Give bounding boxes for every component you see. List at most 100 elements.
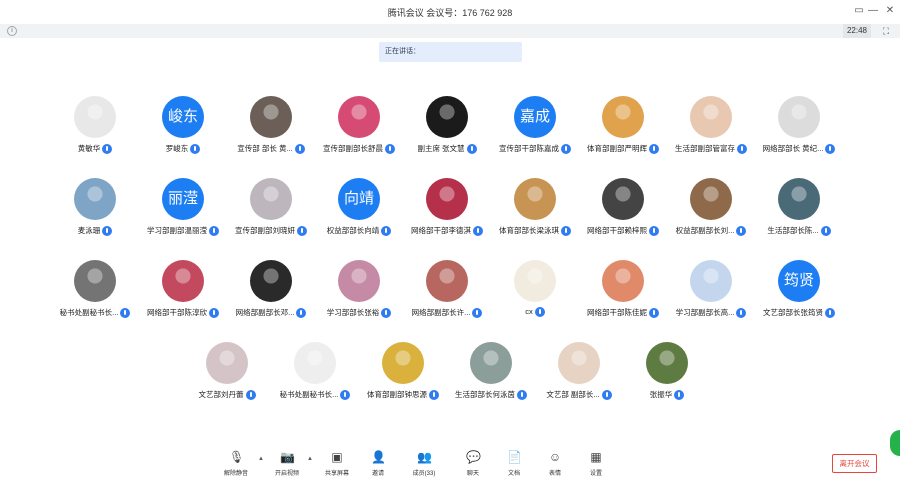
participant-tile[interactable]: 峻东 罗峻东 (133, 96, 233, 160)
participant-tile[interactable]: 秘书处副秘书长... (265, 342, 365, 406)
avatar (514, 260, 556, 302)
participant-name: 体育部副部严明辉 (587, 144, 647, 153)
participant-tile[interactable]: cx (485, 260, 585, 324)
mic-status-icon (381, 226, 392, 237)
avatar (74, 178, 116, 220)
participant-tile[interactable]: 体育部部长梁泳琪 (485, 178, 585, 242)
participant-name: 生活部副部管富存 (675, 144, 735, 153)
avatar (426, 178, 468, 220)
window-mode-icon[interactable]: ▭ (852, 4, 866, 18)
toolbar-camera-off-button[interactable]: 📷 开启视频 (269, 450, 305, 482)
participant-tile[interactable]: 网络部部长 黄纪... (749, 96, 849, 160)
toolbar-label: 解除静音 (223, 471, 248, 477)
participant-name: 学习部副部温丽滢 (147, 226, 207, 235)
avatar: 嘉成 (514, 96, 556, 138)
avatar: 丽滢 (162, 178, 204, 220)
participant-tile[interactable]: 权益部副部长刘... (661, 178, 761, 242)
mic-status-icon (561, 226, 571, 237)
participant-tile[interactable]: 丽滢学习部副部温丽滢 (133, 178, 233, 242)
participant-tile[interactable]: 学习部部长张裕 (309, 260, 409, 324)
participant-tile[interactable]: 黄敏华 (45, 96, 145, 160)
toolbar-mic-muted-button[interactable]: 🎙 解除静音 (218, 450, 254, 482)
close-icon[interactable]: ✕ (883, 4, 897, 18)
toolbar-label: 共享屏幕 (324, 471, 349, 477)
participant-tile[interactable]: 网络部干部陈佳妮 (573, 260, 673, 324)
participant-tile[interactable]: 宣传部 部长 黄... (221, 96, 321, 160)
participant-name: 学习部副部长高... (675, 308, 735, 317)
participant-tile[interactable]: 体育部副部钟思源 (353, 342, 453, 406)
avatar (426, 260, 468, 302)
participant-name: 宣传部干部陈嘉成 (499, 144, 559, 153)
chevron-up-icon[interactable]: ▲ (258, 456, 264, 462)
participant-name: 宣传部 部长 黄... (237, 144, 293, 153)
avatar (778, 178, 820, 220)
participant-tile[interactable]: 学习部副部长高... (661, 260, 761, 324)
participant-tile[interactable]: 麦泳珊 (45, 178, 145, 242)
participant-name: 文艺部 副部长... (546, 390, 600, 399)
participant-tile[interactable]: 网络部副部长邓... (221, 260, 321, 324)
toolbar-document-button[interactable]: 📄 文档 (496, 450, 532, 482)
participant-tile[interactable]: 网络部干部赖梓熙 (573, 178, 673, 242)
participant-tile[interactable]: 宣传部副部刘晓妍 (221, 178, 321, 242)
avatar: 向靖 (338, 178, 380, 220)
participant-tile[interactable]: 生活部副部管富存 (661, 96, 761, 160)
toolbar-invite-button[interactable]: 👤 邀请 (360, 450, 396, 482)
mic-status-icon (473, 226, 483, 237)
participant-tile[interactable]: 文艺部 副部长... (529, 342, 629, 406)
participant-name-line: 网络部副部长邓... (221, 307, 321, 319)
chevron-up-icon[interactable]: ▲ (307, 456, 313, 462)
participant-name-line: 网络部干部赖梓熙 (573, 225, 673, 237)
toolbar-members-button[interactable]: 👥 成员(33) (406, 450, 442, 482)
invite-icon: 👤 (371, 450, 386, 464)
meeting-info-icon[interactable]: i (7, 26, 17, 36)
mic-status-icon (737, 144, 747, 155)
participant-name-line: 网络部干部李德淇 (397, 225, 497, 237)
participant-name-line: 体育部副部钟思源 (353, 389, 453, 401)
participant-tile[interactable]: 生活部部长何泳茵 (441, 342, 541, 406)
participant-tile[interactable]: 筠贤 文艺部部长张筠贤 (749, 260, 849, 324)
participant-tile[interactable]: 宣传部副部长舒晨 (309, 96, 409, 160)
participant-name-line: 文艺部部长张筠贤 (749, 307, 849, 319)
participant-tile[interactable]: 体育部副部严明辉 (573, 96, 673, 160)
participant-tile[interactable]: 副主席 张文慧 (397, 96, 497, 160)
participant-tile[interactable]: 网络部副部长许... (397, 260, 497, 324)
document-icon: 📄 (507, 450, 522, 464)
mic-status-icon (466, 144, 477, 155)
minimize-icon[interactable]: — (866, 4, 880, 18)
participant-tile[interactable]: 生活部部长陈... (749, 178, 849, 242)
participant-name: 秘书处副秘书长... (59, 308, 119, 317)
camera-off-icon: 📷 (280, 450, 295, 464)
participant-name: 体育部副部钟思源 (367, 390, 427, 399)
mic-status-icon (209, 226, 219, 237)
toolbar-share-screen-button[interactable]: ▣ 共享屏幕 (319, 450, 355, 482)
speaking-indicator: 正在讲话： (379, 42, 522, 62)
avatar (690, 178, 732, 220)
avatar (338, 96, 380, 138)
participant-name: 张振华 (649, 390, 673, 399)
participant-name: 网络部干部陈佳妮 (587, 308, 647, 317)
avatar (514, 178, 556, 220)
mic-status-icon (294, 144, 305, 155)
participant-tile[interactable]: 网络部干部李德淇 (397, 178, 497, 242)
mic-status-icon (825, 144, 836, 155)
floating-assistant-button[interactable] (890, 430, 900, 456)
participant-name: 文艺部刘丹蕾 (198, 390, 244, 399)
participant-name: 网络部干部李德淇 (411, 226, 471, 235)
mic-status-icon (297, 226, 307, 237)
avatar (690, 260, 732, 302)
toolbar-chat-button[interactable]: 💬 聊天 (455, 450, 491, 482)
meeting-window: 腾讯会议 会议号：176 762 928 ▭ — □ ✕ i 22:48 ⛶ 正… (0, 0, 900, 485)
participant-tile[interactable]: 秘书处副秘书长... (45, 260, 145, 324)
participant-tile[interactable]: 文艺部刘丹蕾 (177, 342, 277, 406)
toolbar-label: 邀请 (371, 471, 384, 477)
toolbar-emoji-button[interactable]: ☺ 表情 (537, 450, 573, 482)
leave-meeting-button[interactable]: 离开会议 (832, 454, 877, 473)
participant-tile[interactable]: 张振华 (617, 342, 717, 406)
participant-tile[interactable]: 嘉成宣传部干部陈嘉成 (485, 96, 585, 160)
fullscreen-icon[interactable]: ⛶ (880, 25, 892, 37)
toolbar-settings-button[interactable]: ▦ 设置 (578, 450, 614, 482)
participant-tile[interactable]: 向靖 权益部部长向靖 (309, 178, 409, 242)
mic-status-icon (381, 308, 392, 319)
participant-name: 体育部部长梁泳琪 (499, 226, 559, 235)
participant-tile[interactable]: 网络部干部陈淳欣 (133, 260, 233, 324)
